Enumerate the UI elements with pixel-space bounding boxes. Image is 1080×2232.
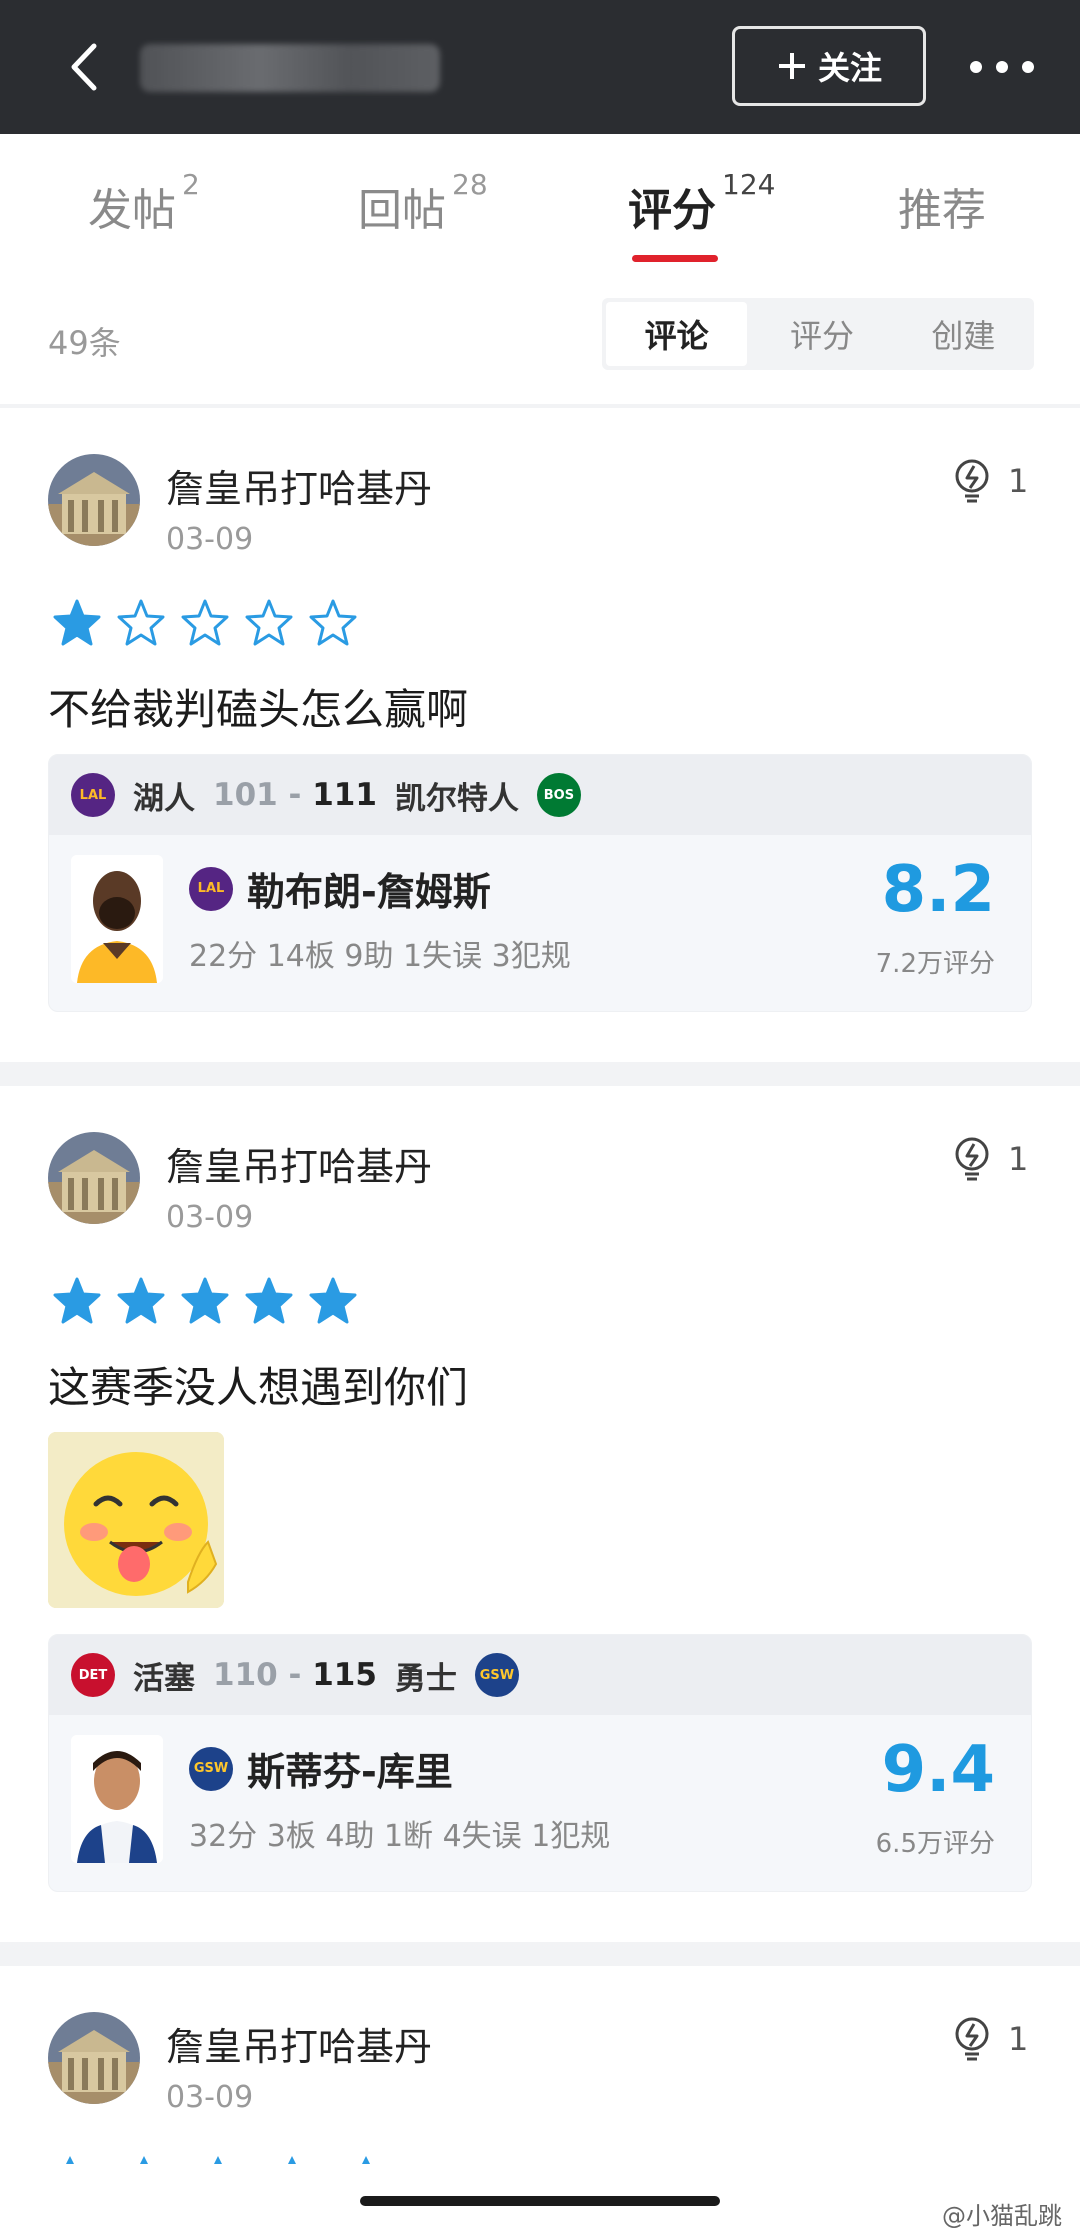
player-name: 斯蒂芬-库里 [247, 1750, 453, 1794]
star-rating [52, 598, 358, 648]
profile-tabs: 发帖2 回帖28 评分124 推荐 [0, 134, 1080, 284]
rating-count: 7.2万评分 [875, 949, 995, 979]
star-empty-icon [117, 599, 165, 646]
away-team: 勇士 [394, 1660, 457, 1697]
player-rating: 9.4 [881, 1733, 995, 1807]
star-filled-icon [53, 1277, 101, 1324]
content-sheet [0, 134, 1080, 2232]
tab-recommend[interactable]: 推荐 [898, 174, 986, 238]
lightbulb-icon [955, 1137, 989, 1181]
tab-replies[interactable]: 回帖28 [358, 168, 488, 238]
player-rating: 8.2 [881, 853, 995, 927]
post-date: 03-09 [166, 1200, 254, 1235]
rating-count: 6.5万评分 [875, 1829, 995, 1859]
result-count: 49条 [48, 324, 121, 362]
active-tab-indicator [632, 255, 718, 262]
tab-posts[interactable]: 发帖2 [88, 168, 200, 238]
player-rating-row: GSW 斯蒂芬-库里 32分 3板 4助 1断 4失误 1犯规 9.4 6.5万… [49, 1715, 1031, 1891]
warriors-logo-icon: GSW [189, 1746, 233, 1791]
star-filled-icon [53, 599, 101, 646]
blurred-username [140, 44, 440, 92]
like-count: 1 [1008, 462, 1029, 500]
username[interactable]: 詹皇吊打哈基丹 [166, 458, 432, 513]
filter-segment: 评论 评分 创建 [602, 298, 1034, 370]
username[interactable]: 詹皇吊打哈基丹 [166, 2016, 432, 2071]
segment-ratings[interactable]: 评分 [751, 298, 892, 370]
star-filled-icon [245, 1277, 293, 1324]
game-score: 110 - 115 [213, 1657, 377, 1693]
segment-created[interactable]: 创建 [893, 298, 1034, 370]
game-score: 101 - 111 [213, 777, 377, 813]
avatar[interactable] [48, 1132, 140, 1224]
like-button[interactable]: 1 [952, 1136, 1028, 1182]
post-date: 03-09 [166, 522, 254, 557]
star-empty-icon [181, 599, 229, 646]
avatar[interactable] [48, 454, 140, 546]
watermark: @小猫乱跳 [942, 2202, 1062, 2230]
tab-count: 124 [722, 168, 776, 201]
emoji-sticker-image[interactable] [48, 1432, 224, 1608]
lakers-logo-icon: LAL [189, 866, 233, 911]
section-divider [0, 1062, 1080, 1086]
more-icon[interactable] [970, 52, 1036, 82]
like-count: 1 [1008, 2020, 1029, 2058]
lightbulb-icon [955, 2017, 989, 2061]
player-stats: 22分 14板 9助 1失误 3犯规 [189, 939, 571, 974]
tab-ratings[interactable]: 评分124 [628, 168, 775, 238]
comment-text: 这赛季没人想遇到你们 [48, 1363, 469, 1412]
divider [0, 404, 1080, 408]
star-rating-partial [60, 2156, 376, 2164]
home-indicator[interactable] [360, 2196, 720, 2206]
game-card[interactable]: LAL 湖人 101 - 111 凯尔特人 BOS LAL 勒布朗-詹姆斯 22… [48, 754, 1032, 1012]
warriors-logo-icon: GSW [474, 1653, 519, 1697]
player-rating-row: LAL 勒布朗-詹姆斯 22分 14板 9助 1失误 3犯规 8.2 7.2万评… [49, 835, 1031, 1011]
player-photo [71, 1735, 163, 1863]
comment-text: 不给裁判磕头怎么赢啊 [48, 685, 469, 734]
home-team: 活塞 [133, 1660, 195, 1697]
star-rating [52, 1276, 358, 1326]
player-photo [71, 855, 163, 983]
segment-comments[interactable]: 评论 [606, 302, 748, 366]
player-stats: 32分 3板 4助 1断 4失误 1犯规 [189, 1819, 611, 1854]
tab-count: 28 [452, 168, 488, 201]
celtics-logo-icon: BOS [536, 773, 581, 817]
follow-button[interactable]: 关注 [732, 26, 926, 106]
home-team: 湖人 [133, 780, 195, 817]
section-divider [0, 1942, 1080, 1966]
lightbulb-icon [955, 459, 989, 503]
tab-count: 2 [182, 168, 200, 201]
star-filled-icon [181, 1277, 229, 1324]
player-name: 勒布朗-詹姆斯 [247, 870, 491, 914]
avatar[interactable] [48, 2012, 140, 2104]
like-button[interactable]: 1 [952, 458, 1028, 504]
star-empty-icon [245, 599, 293, 646]
game-card[interactable]: DET 活塞 110 - 115 勇士 GSW GSW 斯蒂芬-库里 32分 3… [48, 1634, 1032, 1892]
back-icon[interactable] [62, 40, 106, 94]
away-team: 凯尔特人 [394, 780, 519, 817]
post-date: 03-09 [166, 2080, 254, 2115]
like-count: 1 [1008, 1140, 1029, 1178]
follow-label: 关注 [817, 49, 882, 87]
plus-icon [778, 53, 805, 79]
star-filled-icon [309, 1277, 357, 1324]
pistons-logo-icon: DET [71, 1653, 115, 1697]
top-bar: 关注 [0, 0, 1080, 134]
game-header: DET 活塞 110 - 115 勇士 GSW [49, 1635, 1031, 1715]
star-filled-icon [117, 1277, 165, 1324]
like-button[interactable]: 1 [952, 2016, 1028, 2062]
game-header: LAL 湖人 101 - 111 凯尔特人 BOS [49, 755, 1031, 835]
lakers-logo-icon: LAL [71, 773, 115, 817]
username[interactable]: 詹皇吊打哈基丹 [166, 1136, 432, 1191]
player-name-row: LAL 勒布朗-詹姆斯 [189, 861, 491, 916]
player-name-row: GSW 斯蒂芬-库里 [189, 1741, 453, 1796]
star-empty-icon [309, 599, 357, 646]
